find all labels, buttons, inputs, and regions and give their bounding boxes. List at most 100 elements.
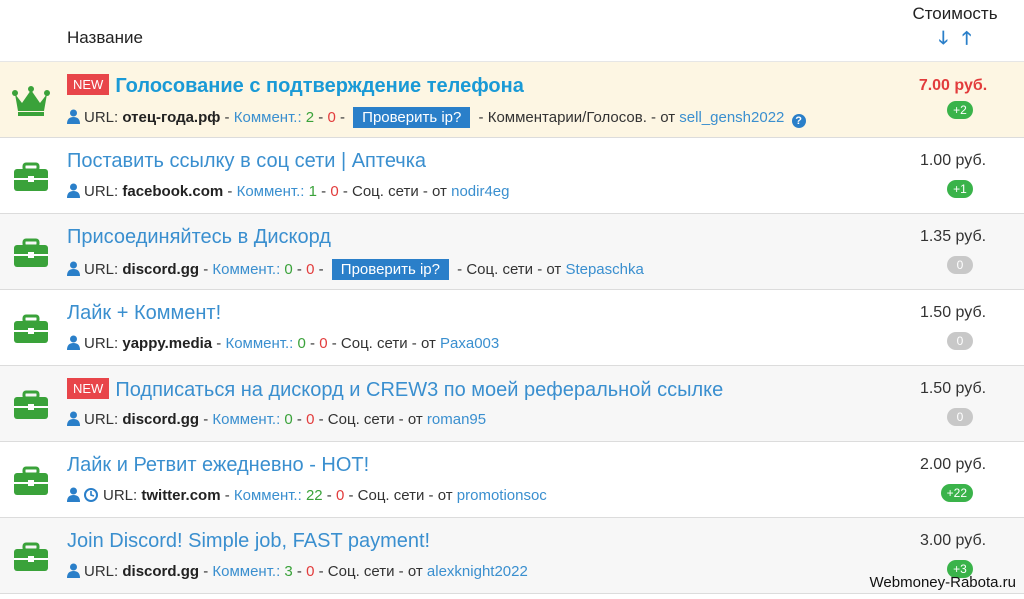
task-title-link[interactable]: Подписаться на дискорд и CREW3 по моей р… [115,379,723,401]
briefcase-icon [14,390,48,419]
url-value: discord.gg [122,563,200,580]
comments-negative: 0 [306,411,315,428]
author-link[interactable]: roman95 [427,411,486,428]
url-label: URL: [84,411,119,428]
from-label: от [420,335,436,352]
task-title-link[interactable]: Лайк и Ретвит ежедневно - HOT! [67,454,369,476]
task-price: 3.00 руб. [919,532,987,549]
comments-negative: 0 [335,487,345,504]
category: Соц. сети [327,563,395,580]
rating-badge: 0 [947,332,973,350]
briefcase-icon [14,466,48,495]
author-link[interactable]: nodir4eg [451,183,509,200]
category: Соц. сети [327,411,395,428]
url-label: URL: [84,335,119,352]
user-icon [67,335,80,350]
task-price: 2.00 руб. [919,456,987,473]
column-name-header: Название [67,28,143,47]
url-value: discord.gg [122,261,200,278]
briefcase-icon [14,238,48,267]
rating-badge: 0 [947,256,973,274]
url-label: URL: [84,183,119,200]
url-value: yappy.media [122,335,213,352]
new-badge: NEW [67,378,110,399]
url-value: twitter.com [141,487,221,504]
url-label: URL: [103,487,138,504]
briefcase-icon [14,162,48,191]
task-title-link[interactable]: Join Discord! Simple job, FAST payment! [67,530,430,552]
table-row: Поставить ссылку в соц сети | Аптечка UR… [0,138,1024,214]
comments-negative: 0 [319,335,328,352]
url-label: URL: [84,261,119,278]
comments-positive: 22 [305,487,323,504]
table-row: Присоединяйтесь в Дискорд URL: discord.g… [0,214,1024,290]
sort-up-icon[interactable]: 🡑 [962,29,971,47]
new-badge: NEW [67,74,110,95]
check-ip-button[interactable]: Проверить ip? [331,259,449,280]
comments-label[interactable]: Коммент.: [212,411,280,428]
comments-label[interactable]: Коммент.: [225,335,293,352]
comments-label[interactable]: Коммент.: [212,563,280,580]
comments-negative: 0 [306,563,315,580]
comments-positive: 0 [284,261,293,278]
category: Соц. сети [357,487,425,504]
briefcase-icon [14,542,48,571]
user-icon [67,109,80,124]
task-price: 1.50 руб. [919,380,987,397]
watermark: Webmoney-Rabota.ru [869,574,1016,591]
url-label: URL: [84,109,119,126]
column-cost-header: Стоимость 🡓 🡑 [905,4,1005,47]
comments-positive: 2 [305,109,315,126]
comments-negative: 0 [306,261,315,278]
from-label: от [407,411,423,428]
category: Соц. сети [466,261,534,278]
table-row: Лайк и Ретвит ежедневно - HOT! URL: twit… [0,442,1024,518]
user-icon [67,411,80,426]
url-value: discord.gg [122,411,200,428]
from-label: от [407,563,423,580]
from-label: от [660,109,676,126]
comments-negative: 0 [327,109,336,126]
category: Соц. сети [352,183,419,200]
url-value: отец-года.рф [122,109,221,126]
from-label: от [432,183,447,200]
url-value: facebook.com [122,183,224,200]
task-price: 1.35 руб. [919,228,987,245]
from-label: от [546,261,562,278]
table-row: Лайк + Коммент! URL: yappy.media - Комме… [0,290,1024,366]
comments-label[interactable]: Коммент.: [234,109,302,126]
comments-label[interactable]: Коммент.: [234,487,302,504]
category: Комментарии/Голосов. [487,109,647,126]
author-link[interactable]: alexknight2022 [427,563,528,580]
table-header: Название Стоимость 🡓 🡑 [0,0,1024,62]
from-label: от [437,487,453,504]
comments-positive: 0 [284,411,293,428]
author-link[interactable]: Paxa003 [440,335,499,352]
check-ip-button[interactable]: Проверить ip? [353,107,471,128]
crown-icon [12,86,50,116]
task-title-link[interactable]: Присоединяйтесь в Дискорд [67,226,331,248]
author-link[interactable]: promotionsoc [457,487,547,504]
task-price: 7.00 руб. [918,77,988,94]
comments-label[interactable]: Коммент.: [237,183,305,200]
comments-label[interactable]: Коммент.: [212,261,280,278]
sort-down-icon[interactable]: 🡓 [939,29,948,47]
task-price: 1.00 руб. [919,152,987,169]
briefcase-icon [14,314,48,343]
task-title-link[interactable]: Голосование с подтверждение телефона [115,75,524,97]
rating-badge: 0 [947,408,973,426]
cost-label: Стоимость [912,4,998,23]
task-title-link[interactable]: Поставить ссылку в соц сети | Аптечка [67,150,426,172]
url-label: URL: [84,563,119,580]
author-link[interactable]: sell_gensh2022 [679,109,784,126]
user-icon [67,487,80,502]
rating-badge: +1 [947,180,973,198]
category: Соц. сети [340,335,408,352]
comments-negative: 0 [330,183,339,200]
comments-positive: 1 [308,183,317,200]
task-price: 1.50 руб. [919,304,987,321]
help-icon[interactable]: ? [791,114,806,128]
author-link[interactable]: Stepaschka [565,261,643,278]
task-title-link[interactable]: Лайк + Коммент! [67,302,221,324]
rating-badge: +22 [940,484,973,502]
